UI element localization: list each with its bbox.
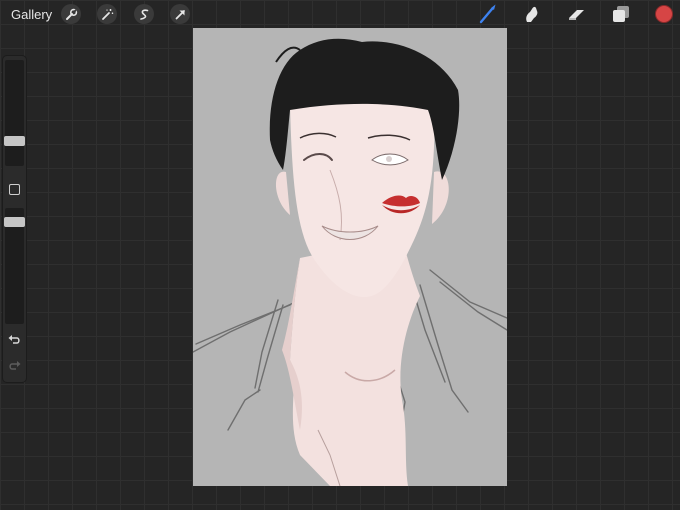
color-picker-button[interactable]: [655, 5, 673, 23]
brush-icon[interactable]: [477, 3, 499, 25]
left-ear: [275, 171, 290, 215]
brush-size-slider[interactable]: [4, 60, 25, 166]
opacity-slider[interactable]: [4, 208, 25, 324]
modify-button[interactable]: [9, 184, 20, 195]
magic-wand-icon: [101, 8, 113, 20]
right-iris: [386, 156, 392, 162]
brush-size-thumb[interactable]: [4, 136, 25, 146]
gallery-button[interactable]: Gallery: [11, 7, 52, 22]
wrench-icon: [65, 8, 77, 20]
transform-arrow-icon: [175, 9, 185, 19]
canvas-artwork: [193, 38, 507, 486]
adjustments-button[interactable]: [97, 4, 117, 24]
top-toolbar: Gallery: [0, 0, 680, 28]
actions-button[interactable]: [61, 4, 81, 24]
opacity-thumb[interactable]: [4, 217, 25, 227]
transform-button[interactable]: [170, 4, 190, 24]
layers-icon[interactable]: [610, 3, 632, 25]
smudge-icon[interactable]: [521, 3, 543, 25]
selection-icon: [139, 8, 148, 20]
eraser-icon[interactable]: [566, 3, 588, 25]
left-sidebar: [3, 56, 26, 382]
right-ear: [432, 171, 449, 224]
selection-button[interactable]: [134, 4, 154, 24]
drawing-canvas[interactable]: [193, 28, 507, 486]
undo-icon[interactable]: [7, 332, 22, 347]
redo-icon[interactable]: [7, 358, 22, 373]
